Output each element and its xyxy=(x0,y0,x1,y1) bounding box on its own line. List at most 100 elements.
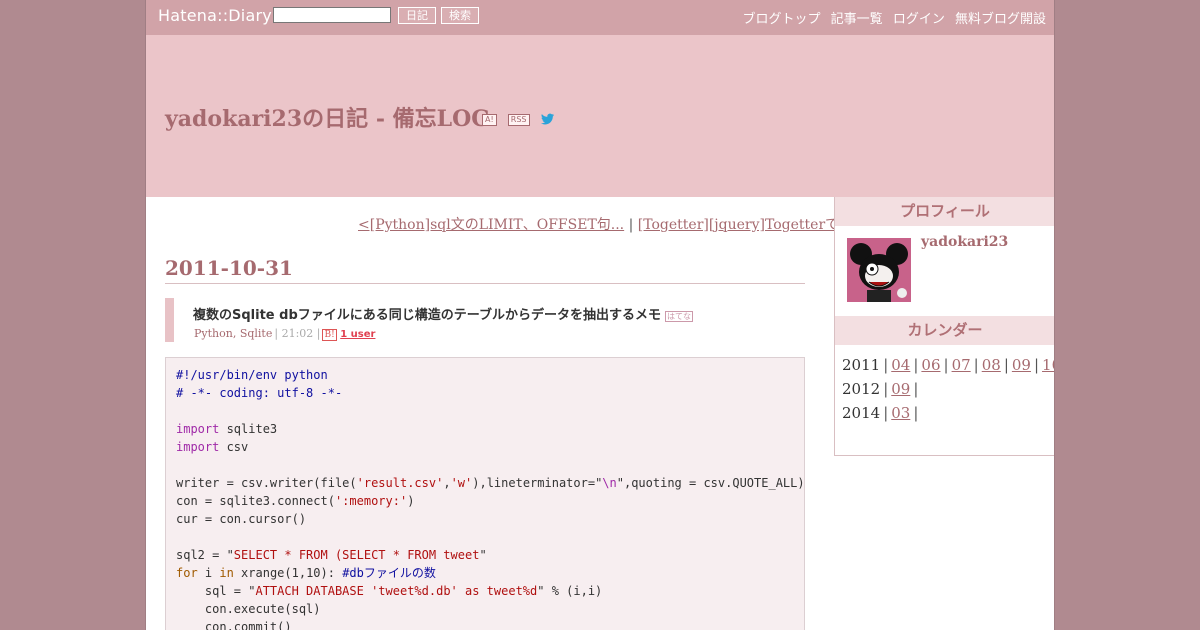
calendar-separator: | xyxy=(913,404,919,422)
code-token: 'w' xyxy=(450,476,473,490)
bookmark-add-icon[interactable]: はてな xyxy=(664,311,693,322)
code-token: ':memory:' xyxy=(334,494,408,508)
top-bar: Hatena::Diary 日記 検索 ブログトップ 記事一覧 ログイン 無料ブ… xyxy=(146,0,1054,36)
code-line: sql = "ATTACH DATABASE 'tweet%d.db' as t… xyxy=(176,584,602,598)
code-token: ATTACH DATABASE 'tweet%d.db' as tweet%d xyxy=(255,584,538,598)
login-link[interactable]: ログイン xyxy=(893,12,945,27)
code-token: , xyxy=(443,476,451,490)
search-input[interactable] xyxy=(273,7,391,23)
code-token: i xyxy=(197,566,220,580)
code-token: import xyxy=(176,440,220,454)
entry-time: 21:02 xyxy=(281,327,314,340)
calendar-month-link[interactable]: 09 xyxy=(1012,356,1031,374)
calendar-month-link[interactable]: 08 xyxy=(982,356,1001,374)
calendar-year: 2011 xyxy=(842,356,881,374)
code-token: for xyxy=(176,566,198,580)
entry-tags[interactable]: Python, Sqlite xyxy=(194,327,272,340)
open-free-blog-link[interactable]: 無料ブログ開設 xyxy=(955,12,1046,27)
blog-top-link[interactable]: ブログトップ xyxy=(743,12,821,27)
calendar-month-link[interactable]: 03 xyxy=(891,404,910,422)
profile-heading: プロフィール xyxy=(835,197,1054,226)
search-button[interactable]: 検索 xyxy=(441,7,479,24)
code-block: #!/usr/bin/env python # -*- coding: utf-… xyxy=(165,357,805,630)
code-line: con.commit() xyxy=(176,620,292,630)
code-token: in xyxy=(219,566,234,580)
calendar-month-link[interactable]: 06 xyxy=(921,356,940,374)
calendar-separator: | xyxy=(883,380,889,398)
code-line: writer = csv.writer(file('result.csv','w… xyxy=(176,476,805,490)
calendar-month-link[interactable]: 09 xyxy=(891,380,910,398)
twitter-icon[interactable] xyxy=(540,113,555,126)
sidebar: プロフィール yadokari23 カレンダー 2011 | 04 | 06 |… xyxy=(834,197,1054,456)
code-line: # -*- coding: utf-8 -*- xyxy=(176,386,342,400)
calendar-year: 2014 xyxy=(842,404,881,422)
calendar-archive: 2011|04|06|07|08|09|10|11|12|2012|09|201… xyxy=(835,345,1054,433)
rss-icon[interactable]: RSS xyxy=(507,113,530,126)
code-line: #!/usr/bin/env python xyxy=(176,368,328,382)
code-token: ) xyxy=(407,494,415,508)
calendar-month-link[interactable]: 04 xyxy=(891,356,910,374)
code-token: con.commit() xyxy=(176,620,292,630)
page: Hatena::Diary 日記 検索 ブログトップ 記事一覧 ログイン 無料ブ… xyxy=(145,0,1055,630)
code-token: 'result.csv' xyxy=(356,476,444,490)
antenna-icon[interactable]: A! xyxy=(482,113,497,126)
code-token: sql = " xyxy=(176,584,256,598)
code-token: SELECT * FROM (SELECT * FROM tweet xyxy=(233,548,480,562)
code-token: #!/usr/bin/env python xyxy=(176,368,328,382)
code-token: ",quoting = csv.QUOTE_ALL) xyxy=(616,476,805,490)
code-token: sqlite3 xyxy=(219,422,278,436)
code-token: # -*- coding: utf-8 -*- xyxy=(176,386,343,400)
code-token: csv xyxy=(219,440,249,454)
code-line: import csv xyxy=(176,440,248,454)
calendar-month-link[interactable]: 10 xyxy=(1042,356,1054,374)
blog-title[interactable]: yadokari23の日記 - 備忘LOG xyxy=(165,101,490,133)
prev-entry-link[interactable]: <[Python]sql文のLIMIT、OFFSET句... xyxy=(358,217,624,233)
bookmark-users-count[interactable]: 1 user xyxy=(340,329,375,340)
profile-username[interactable]: yadokari23 xyxy=(921,234,1008,250)
code-line: sql2 = "SELECT * FROM (SELECT * FROM twe… xyxy=(176,548,487,562)
entry-title-text[interactable]: 複数のSqlite dbファイルにある同じ構造のテーブルからデータを抽出するメモ xyxy=(193,308,661,323)
calendar-heading: カレンダー xyxy=(835,316,1054,345)
code-token: writer = csv.writer(file( xyxy=(176,476,357,490)
code-line: cur = con.cursor() xyxy=(176,512,306,526)
code-line: import sqlite3 xyxy=(176,422,277,436)
hatena-diary-logo[interactable]: Hatena::Diary xyxy=(158,6,272,25)
entry-title: 複数のSqlite dbファイルにある同じ構造のテーブルからデータを抽出するメモ… xyxy=(193,304,693,323)
avatar[interactable] xyxy=(847,238,911,302)
code-token: con.execute(sql) xyxy=(176,602,321,616)
calendar-year: 2012 xyxy=(842,380,881,398)
calendar-separator: | xyxy=(943,356,949,374)
code-token: cur = con.cursor() xyxy=(176,512,307,526)
calendar-separator: | xyxy=(1003,356,1009,374)
code-token: import xyxy=(176,422,220,436)
code-line: for i in xrange(1,10): #dbファイルの数 xyxy=(176,566,436,580)
calendar-separator: | xyxy=(883,356,889,374)
code-token: con = sqlite3.connect( xyxy=(176,494,335,508)
blog-header: yadokari23の日記 - 備忘LOG A! RSS xyxy=(146,35,1054,197)
pager-separator: | xyxy=(624,217,638,233)
code-token: xrange(1,10): xyxy=(233,566,343,580)
code-token: " % (i,i) xyxy=(537,584,603,598)
code-token: " xyxy=(479,548,487,562)
entry-time-wrap: | 21:02 | xyxy=(274,327,321,340)
entry-header: 複数のSqlite dbファイルにある同じ構造のテーブルからデータを抽出するメモ… xyxy=(165,298,795,342)
calendar-separator: | xyxy=(973,356,979,374)
code-token: #dbファイルの数 xyxy=(342,566,436,580)
entry-meta: Python, Sqlite | 21:02 | B! 1 user xyxy=(194,327,375,341)
calendar-separator: | xyxy=(1033,356,1040,374)
code-token: sql2 = " xyxy=(176,548,234,562)
header-icons: A! RSS xyxy=(482,109,561,128)
code-token: \n xyxy=(602,476,617,490)
diary-button[interactable]: 日記 xyxy=(398,7,436,24)
calendar-month-link[interactable]: 07 xyxy=(952,356,971,374)
hatena-bookmark-icon[interactable]: B! xyxy=(322,329,337,341)
code-line: con = sqlite3.connect(':memory:') xyxy=(176,494,414,508)
calendar-separator: | xyxy=(913,356,919,374)
calendar-separator: | xyxy=(883,404,889,422)
entry-pager: <[Python]sql文のLIMIT、OFFSET句... | [Togett… xyxy=(358,214,878,234)
code-token: ),lineterminator=" xyxy=(472,476,603,490)
profile-section: yadokari23 xyxy=(835,226,1054,316)
article-list-link[interactable]: 記事一覧 xyxy=(831,12,883,27)
calendar-separator: | xyxy=(913,380,919,398)
entry-date[interactable]: 2011-10-31 xyxy=(165,256,805,284)
